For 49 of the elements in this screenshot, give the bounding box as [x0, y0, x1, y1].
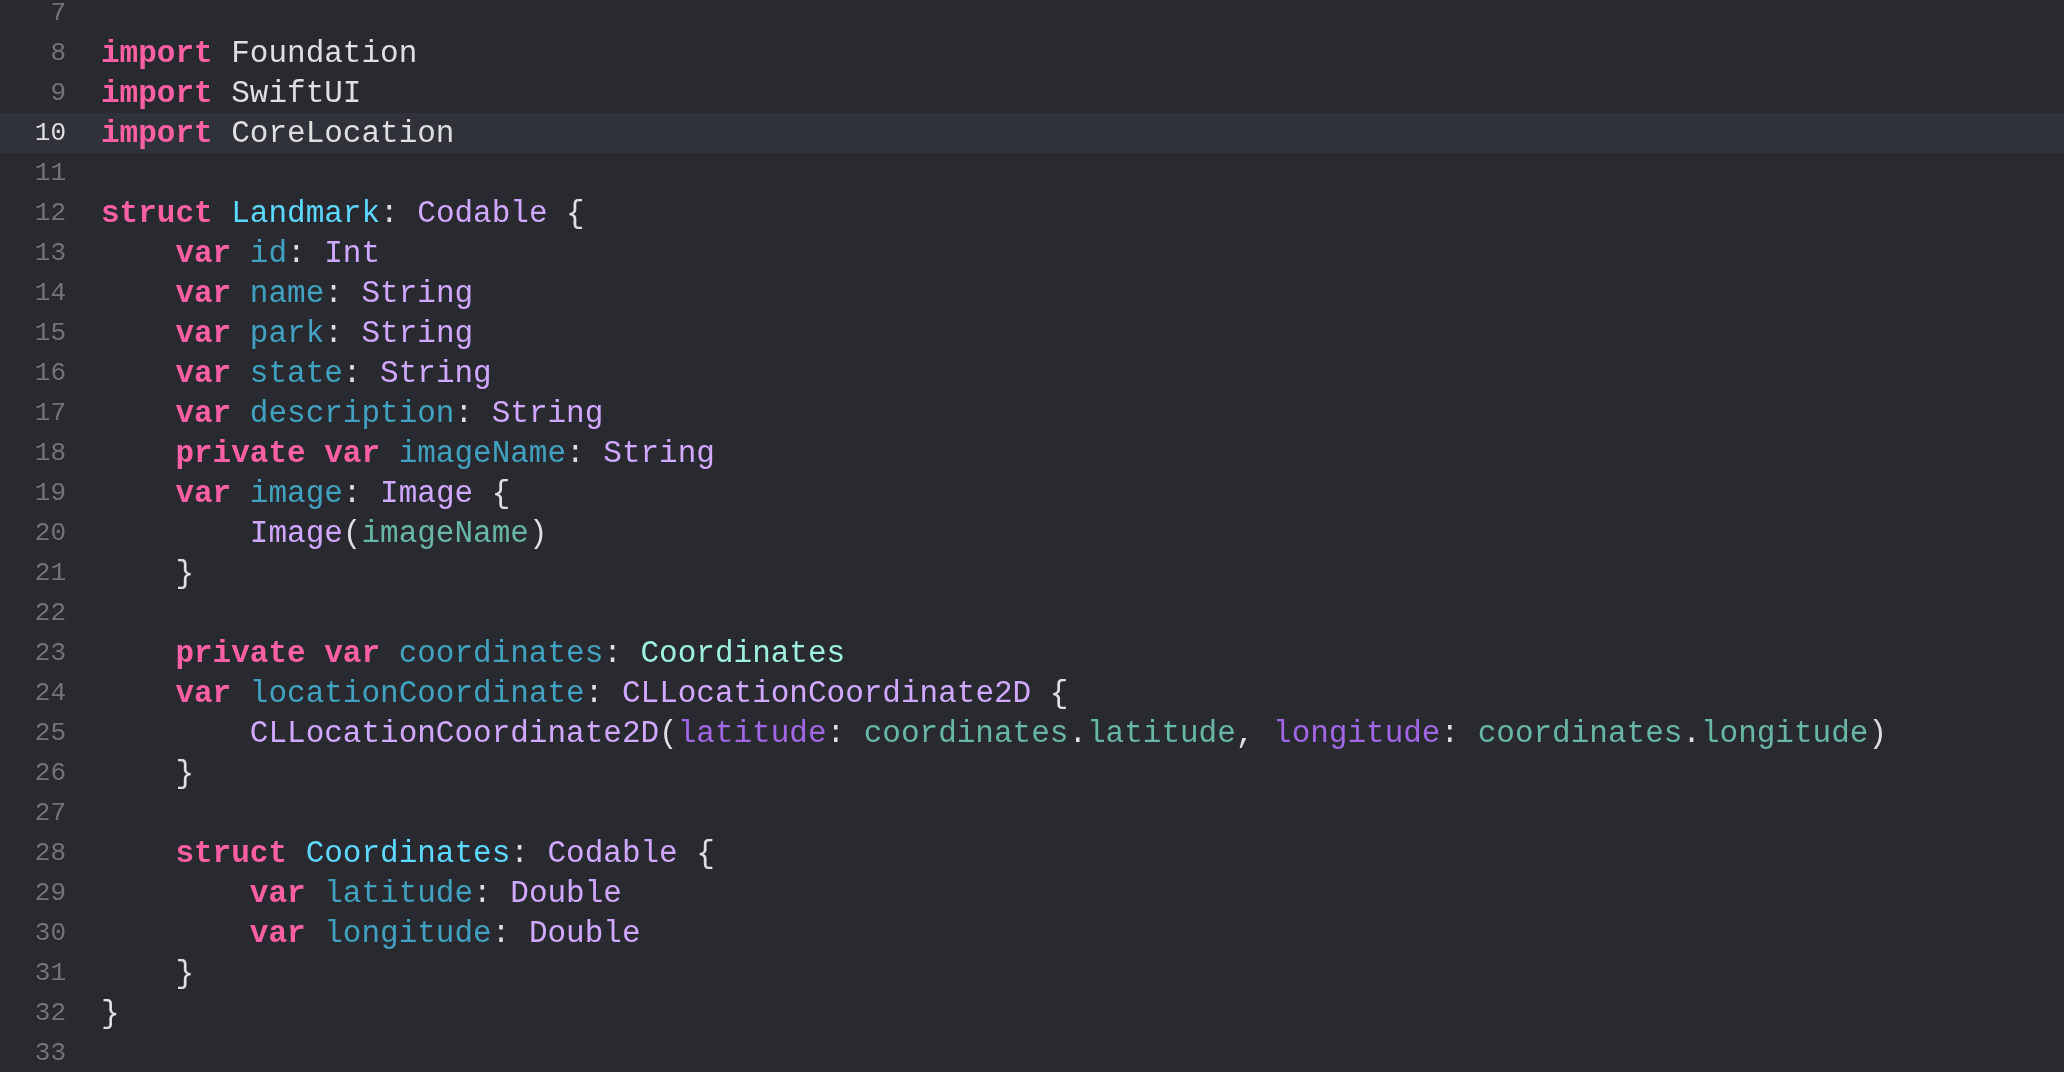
code-line: var park: String: [174, 317, 474, 349]
code-line: var state: String: [174, 357, 492, 389]
line-number: 33: [34, 1040, 66, 1066]
line-number: 21: [34, 560, 66, 586]
code-line: }: [174, 557, 194, 589]
code-line: }: [174, 757, 194, 789]
line-number: 19: [34, 480, 66, 506]
code-line: var latitude: Double: [248, 877, 622, 909]
line-number: 13: [34, 240, 66, 266]
line-number: 11: [34, 160, 66, 186]
code-line: var locationCoordinate: CLLocationCoordinate2D {: [174, 677, 1069, 709]
code-line: struct Coordinates: Codable {: [174, 837, 715, 869]
code-line: import SwiftUI: [101, 77, 362, 109]
line-number: 25: [34, 720, 66, 746]
code-line: import CoreLocation: [101, 117, 455, 149]
code-line: private var imageName: String: [174, 437, 715, 469]
code-line: var image: Image {: [174, 477, 511, 509]
line-number: 17: [34, 400, 66, 426]
line-number: 15: [34, 320, 66, 346]
code-line: var description: String: [174, 397, 604, 429]
line-number: 20: [34, 520, 66, 546]
code-line: private var coordinates: Coordinates: [174, 637, 846, 669]
code-line: var id: Int: [174, 237, 381, 269]
line-number: 8: [50, 40, 66, 66]
line-number: 24: [34, 680, 66, 706]
line-number: 18: [34, 440, 66, 466]
line-number: 7: [50, 0, 66, 26]
line-number: 28: [34, 840, 66, 866]
code-line: CLLocationCoordinate2D(latitude: coordinates.latitude, longitude: coordinates.longitude): [248, 717, 1887, 749]
line-number: 23: [34, 640, 66, 666]
line-number: 16: [34, 360, 66, 386]
line-number: 31: [34, 960, 66, 986]
line-number: 9: [50, 80, 66, 106]
line-number: 32: [34, 1000, 66, 1026]
line-number: 26: [34, 760, 66, 786]
line-number: 10: [34, 120, 66, 146]
line-number: 22: [34, 600, 66, 626]
code-line: struct Landmark: Codable {: [101, 197, 585, 229]
line-number: 29: [34, 880, 66, 906]
line-number: 30: [34, 920, 66, 946]
code-line: }: [174, 957, 194, 989]
code-line: }: [101, 997, 120, 1029]
line-number: 27: [34, 800, 66, 826]
line-number: 14: [34, 280, 66, 306]
code-line: var name: String: [174, 277, 474, 309]
code-line: var longitude: Double: [248, 917, 641, 949]
code-line: Image(imageName): [248, 517, 548, 549]
line-number: 12: [34, 200, 66, 226]
code-line: import Foundation: [101, 37, 418, 69]
